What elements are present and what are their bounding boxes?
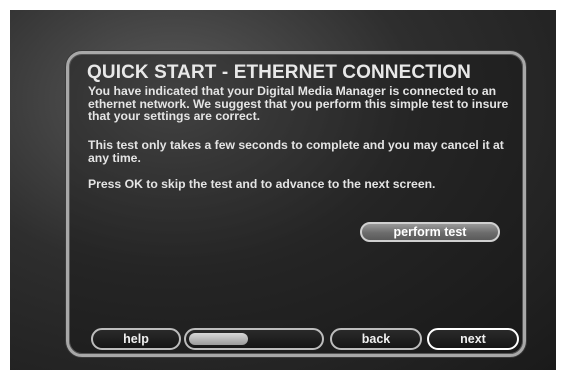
intro-paragraph: You have indicated that your Digital Med… bbox=[88, 84, 509, 123]
next-button[interactable]: next bbox=[427, 328, 519, 350]
dialog-panel: QUICK START - ETHERNET CONNECTION You ha… bbox=[66, 51, 526, 357]
perform-test-button[interactable]: perform test bbox=[360, 222, 500, 242]
progress-fill bbox=[189, 333, 248, 345]
help-button[interactable]: help bbox=[91, 328, 181, 350]
tv-screen: QUICK START - ETHERNET CONNECTION You ha… bbox=[10, 10, 556, 370]
page-title: QUICK START - ETHERNET CONNECTION bbox=[87, 62, 471, 83]
duration-paragraph: This test only takes a few seconds to co… bbox=[88, 138, 504, 165]
progress-bar bbox=[184, 328, 324, 350]
back-button[interactable]: back bbox=[330, 328, 422, 350]
skip-paragraph: Press OK to skip the test and to advance… bbox=[88, 177, 436, 191]
